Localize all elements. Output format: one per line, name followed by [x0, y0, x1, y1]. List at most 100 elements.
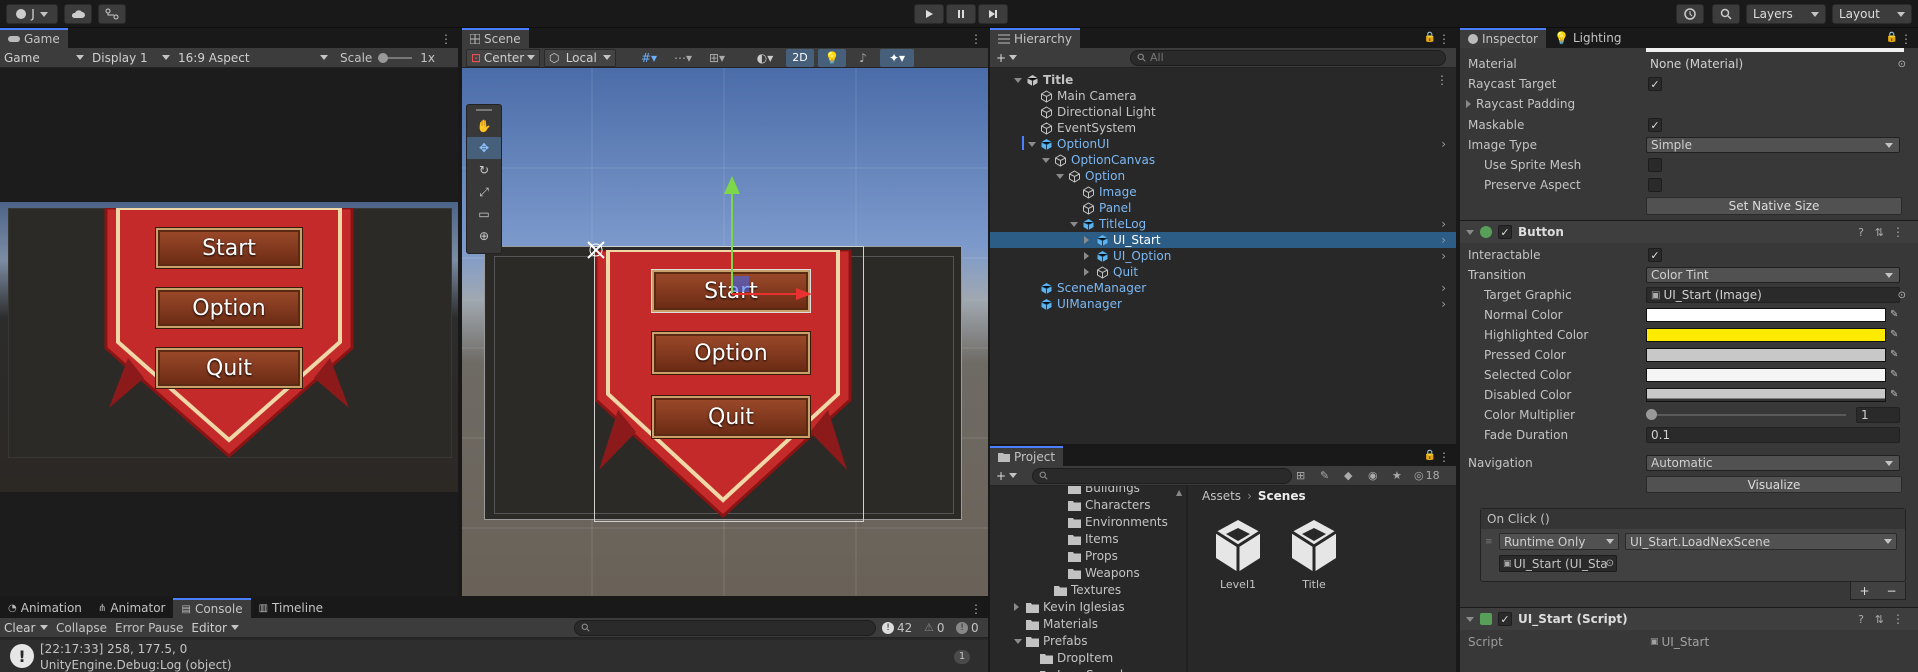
move-tool-icon[interactable]: ✥ — [467, 137, 501, 159]
tab-timeline[interactable]: ▥ Timeline — [251, 598, 331, 618]
chevron-right-icon[interactable] — [1014, 603, 1019, 611]
game-mode-dropdown[interactable]: Game — [0, 51, 88, 65]
hierarchy-item[interactable]: Quit — [990, 264, 1456, 280]
pressed-color-swatch[interactable] — [1646, 348, 1886, 362]
filter-issues-icon[interactable]: ◉ — [1368, 469, 1378, 482]
breadcrumb-scenes[interactable]: Scenes — [1258, 489, 1306, 503]
effects-toggle-icon[interactable]: ✦▾ — [880, 48, 914, 67]
selected-color-swatch[interactable] — [1646, 368, 1886, 382]
object-picker-icon[interactable]: ⊙ — [1898, 59, 1906, 70]
script-enabled-checkbox[interactable]: ✓ — [1498, 612, 1512, 626]
tab-animator[interactable]: ⋔ Animator — [90, 598, 174, 618]
scene-quit-button[interactable]: Quit — [652, 396, 810, 438]
add-event-button[interactable]: + — [1859, 584, 1869, 598]
eyedropper-icon[interactable]: ✎ — [1890, 389, 1902, 401]
raycast-target-checkbox[interactable]: ✓ — [1648, 77, 1662, 91]
remove-event-button[interactable]: − — [1886, 584, 1896, 598]
interactable-checkbox[interactable]: ✓ — [1648, 248, 1662, 262]
tab-animation[interactable]: ◔ Animation — [0, 598, 90, 618]
project-folder-item[interactable]: Kevin Iglesias — [990, 599, 1186, 615]
help-icon[interactable]: ? — [1858, 226, 1864, 239]
space-dropdown[interactable]: ⬡ Local — [544, 48, 616, 67]
object-picker-icon[interactable]: ⊙ — [1898, 290, 1906, 301]
target-graphic-field[interactable]: ▣ UI_Start (Image) — [1646, 287, 1900, 303]
project-tree-scrollbar[interactable]: ▲ — [1176, 488, 1186, 498]
game-start-button[interactable]: Start — [156, 228, 302, 268]
hierarchy-item[interactable]: OptionUI › — [990, 136, 1456, 152]
pause-button[interactable] — [946, 4, 976, 24]
editor-dropdown[interactable]: Editor — [187, 621, 239, 635]
tab-lighting[interactable]: 💡 Lighting — [1546, 28, 1629, 48]
object-picker-icon[interactable]: ⊙ — [1606, 558, 1614, 569]
palette-handle[interactable] — [467, 105, 501, 115]
material-field[interactable]: None (Material) — [1646, 56, 1900, 72]
cloud-button[interactable] — [64, 4, 92, 24]
collapse-button[interactable]: Collapse — [52, 621, 111, 635]
log-count-toggle[interactable]: ! 42 — [882, 621, 912, 635]
audio-toggle-icon[interactable]: ♪ — [850, 49, 876, 67]
open-prefab-chevron-icon[interactable]: › — [1441, 233, 1446, 247]
chevron-right-icon[interactable] — [1084, 268, 1089, 276]
history-button[interactable] — [1676, 4, 1704, 24]
project-folder-item[interactable]: Prefabs — [990, 633, 1186, 649]
project-folder-item[interactable]: LongSword — [990, 667, 1186, 672]
console-menu-icon[interactable]: ⋮ — [970, 602, 982, 616]
collab-button[interactable] — [98, 4, 126, 24]
hand-tool-icon[interactable]: ✋ — [467, 115, 501, 137]
tab-game[interactable]: Game — [0, 28, 68, 48]
hierarchy-menu-icon[interactable]: ⋮ — [1438, 32, 1450, 46]
search-button[interactable] — [1712, 4, 1740, 24]
hierarchy-item[interactable]: EventSystem — [990, 120, 1456, 136]
transition-dropdown[interactable]: Color Tint — [1646, 267, 1900, 283]
scene-viewport[interactable]: Start Option Quit ✋ ✥ ↻ ⤢ ▭ ⊕ — [462, 68, 988, 596]
drag-handle-icon[interactable]: ≡ — [1485, 537, 1493, 547]
normal-color-swatch[interactable] — [1646, 308, 1886, 322]
play-button[interactable] — [914, 4, 944, 24]
filter-tag-icon[interactable]: ◆ — [1344, 469, 1352, 482]
hierarchy-item[interactable]: UI_Start › — [990, 232, 1456, 248]
scene-menu-icon[interactable]: ⋮ — [970, 32, 982, 46]
button-enabled-checkbox[interactable]: ✓ — [1498, 225, 1512, 239]
scale-slider-thumb[interactable] — [378, 52, 389, 63]
rotate-tool-icon[interactable]: ↻ — [467, 159, 501, 181]
component-menu-icon[interactable]: ⋮ — [1892, 225, 1904, 239]
use-sprite-mesh-checkbox[interactable] — [1648, 158, 1662, 172]
scale-tool-icon[interactable]: ⤢ — [467, 181, 501, 203]
project-splitter[interactable] — [1186, 486, 1188, 672]
project-folder-item[interactable]: Materials — [990, 616, 1186, 632]
game-quit-button[interactable]: Quit — [156, 348, 302, 388]
eyedropper-icon[interactable]: ✎ — [1890, 349, 1902, 361]
raycast-padding-row[interactable]: Raycast Padding — [1466, 94, 1906, 114]
hierarchy-item[interactable]: SceneManager › — [990, 280, 1456, 296]
color-multiplier-field[interactable]: 1 — [1856, 407, 1900, 423]
hierarchy-item[interactable]: OptionCanvas — [990, 152, 1456, 168]
hierarchy-item[interactable]: TitleLog › — [990, 216, 1456, 232]
chevron-down-icon[interactable] — [1014, 77, 1022, 83]
tab-console[interactable]: ▤ Console — [173, 598, 251, 618]
log-entry[interactable]: ! [22:17:33] 258, 177.5, 0 UnityEngine.D… — [0, 640, 988, 672]
hierarchy-item[interactable]: Image — [990, 184, 1456, 200]
visualize-button[interactable]: Visualize — [1646, 476, 1902, 493]
event-object-field[interactable]: ▣ UI_Start (UI_Sta ⊙ — [1499, 555, 1617, 572]
open-prefab-chevron-icon[interactable]: › — [1441, 217, 1446, 231]
runtime-only-dropdown[interactable]: Runtime Only — [1499, 533, 1619, 550]
eyedropper-icon[interactable]: ✎ — [1890, 369, 1902, 381]
image-type-dropdown[interactable]: Simple — [1646, 137, 1900, 153]
layout-dropdown[interactable]: Layout — [1832, 4, 1912, 24]
chevron-right-icon[interactable] — [1084, 252, 1089, 260]
tab-inspector[interactable]: Inspector — [1460, 28, 1546, 48]
highlighted-color-swatch[interactable] — [1646, 328, 1886, 342]
set-native-size-button[interactable]: Set Native Size — [1646, 197, 1902, 215]
maskable-checkbox[interactable]: ✓ — [1648, 118, 1662, 132]
filter-label-icon[interactable]: ✎ — [1320, 469, 1329, 482]
eyedropper-icon[interactable]: ✎ — [1890, 309, 1902, 321]
game-option-button[interactable]: Option — [156, 288, 302, 328]
step-button[interactable] — [978, 4, 1008, 24]
grid-toggle-button[interactable]: ⋯▾ — [668, 49, 698, 67]
inspector-menu-icon[interactable]: ⋮ — [1900, 32, 1912, 46]
clear-button[interactable]: Clear — [0, 621, 52, 635]
grid-snap-button[interactable]: #▾ — [634, 49, 664, 67]
layers-dropdown[interactable]: Layers — [1746, 4, 1826, 24]
eyedropper-icon[interactable]: ✎ — [1890, 329, 1902, 341]
increment-snap-button[interactable]: ⊞▾ — [702, 49, 732, 67]
